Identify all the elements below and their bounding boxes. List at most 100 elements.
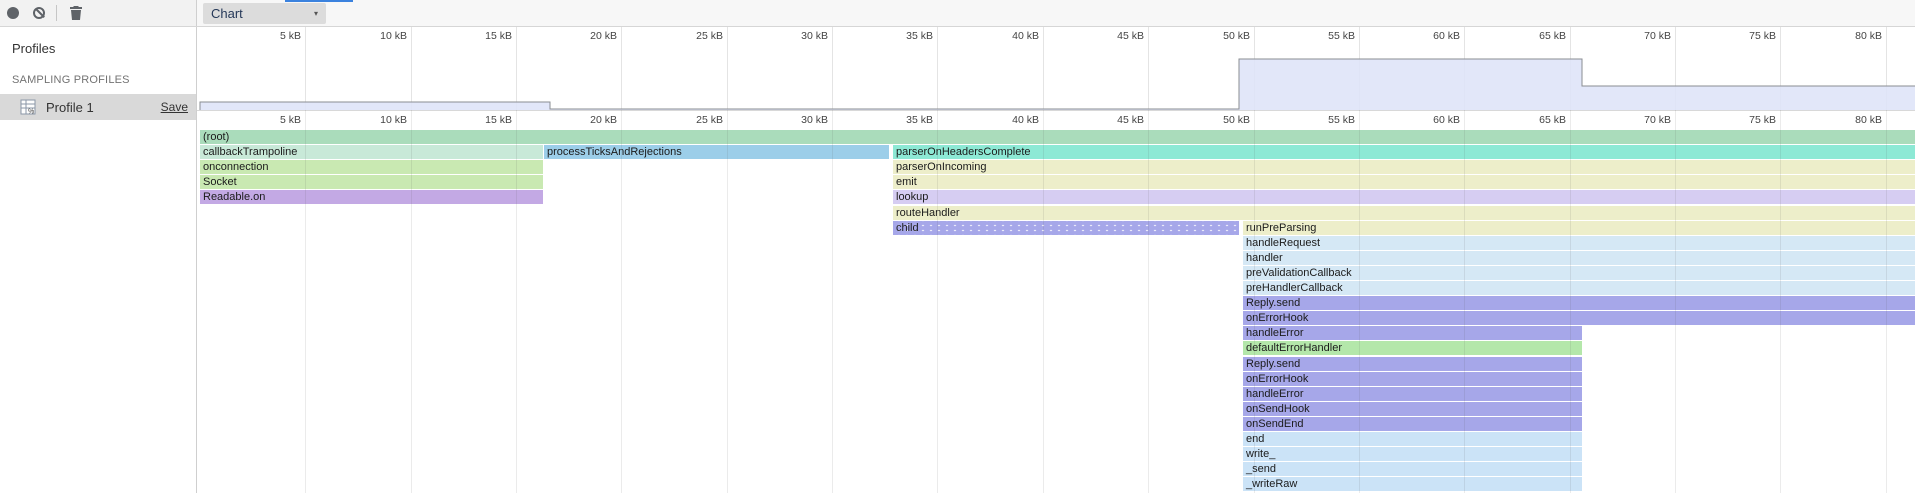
flame-bar-label: parserOnHeadersComplete: [893, 145, 1915, 159]
flame-bar-label: (root): [200, 130, 1915, 144]
flame-bar[interactable]: runPreParsing: [1243, 221, 1915, 235]
flame-bar[interactable]: processTicksAndRejections: [544, 145, 889, 159]
flame-bar-label: callbackTrampoline: [200, 145, 543, 159]
flame-bar[interactable]: parserOnIncoming: [893, 160, 1915, 174]
view-toolbar: Chart ▾: [197, 0, 1915, 26]
sidebar-item-profile-1[interactable]: % Profile 1 Save: [0, 94, 196, 120]
axis-tick-label: 35 kB: [875, 30, 933, 42]
flame-bar-label: handler: [1243, 251, 1915, 265]
flame-bar[interactable]: defaultErrorHandler: [1243, 341, 1582, 355]
toolbar-separator: [56, 5, 57, 21]
flame-bar-label: onErrorHook: [1243, 372, 1582, 386]
axis-tick-label: 60 kB: [1402, 30, 1460, 42]
flame-bar[interactable]: _send: [1243, 462, 1582, 476]
flame-bar-label: handleError: [1243, 387, 1582, 401]
flame-bar[interactable]: routeHandler: [893, 206, 1915, 220]
flame-bar[interactable]: Reply.send: [1243, 357, 1582, 371]
flame-bar-label: child: [893, 221, 1239, 235]
profiles-sidebar: Profiles SAMPLING PROFILES % Profile 1 S…: [0, 27, 197, 493]
flame-bar[interactable]: callbackTrampoline: [200, 145, 543, 159]
flame-bar[interactable]: Readable.on: [200, 190, 543, 204]
clear-profiles-button[interactable]: [26, 1, 52, 25]
axis-tick-label: 80 kB: [1824, 114, 1882, 126]
axis-tick-label: 60 kB: [1402, 114, 1460, 126]
flame-bar-label: end: [1243, 432, 1582, 446]
trash-icon: [70, 6, 82, 20]
flame-chart: (root)callbackTrampolineprocessTicksAndR…: [197, 130, 1915, 493]
axis-tick-label: 30 kB: [770, 30, 828, 42]
flame-bar-label: Readable.on: [200, 190, 543, 204]
axis-tick-label: 15 kB: [454, 114, 512, 126]
axis-tick-label: 45 kB: [1086, 114, 1144, 126]
flame-bar[interactable]: onSendEnd: [1243, 417, 1582, 431]
axis-tick-label: 20 kB: [559, 114, 617, 126]
axis-tick-label: 35 kB: [875, 114, 933, 126]
overview-ruler: 5 kB10 kB15 kB20 kB25 kB30 kB35 kB40 kB4…: [197, 27, 1915, 45]
flame-bar-label: onSendHook: [1243, 402, 1582, 416]
axis-tick-label: 65 kB: [1508, 114, 1566, 126]
axis-tick-label: 30 kB: [770, 114, 828, 126]
axis-tick-label: 50 kB: [1192, 30, 1250, 42]
axis-tick-label: 65 kB: [1508, 30, 1566, 42]
axis-tick-label: 25 kB: [665, 114, 723, 126]
view-mode-value: Chart: [211, 6, 243, 21]
flame-bar[interactable]: child: [893, 221, 1239, 235]
flame-bar-label: Reply.send: [1243, 296, 1915, 310]
flame-bar[interactable]: (root): [200, 130, 1915, 144]
flame-bar-label: routeHandler: [893, 206, 1915, 220]
flame-bar[interactable]: handler: [1243, 251, 1915, 265]
sampling-profiles-section-label: SAMPLING PROFILES: [12, 74, 196, 86]
flame-bar[interactable]: emit: [893, 175, 1915, 189]
flame-bar-label: processTicksAndRejections: [544, 145, 889, 159]
flame-bar[interactable]: write_: [1243, 447, 1582, 461]
record-icon: [7, 7, 19, 19]
flame-bar-label: parserOnIncoming: [893, 160, 1915, 174]
flame-bar[interactable]: onSendHook: [1243, 402, 1582, 416]
profiler-toolbar: Chart ▾: [0, 0, 1915, 27]
flame-bar-label: defaultErrorHandler: [1243, 341, 1582, 355]
flame-bar[interactable]: Reply.send: [1243, 296, 1915, 310]
clear-icon: [33, 7, 45, 19]
flame-bar[interactable]: end: [1243, 432, 1582, 446]
axis-tick-label: 75 kB: [1718, 114, 1776, 126]
axis-tick-label: 20 kB: [559, 30, 617, 42]
axis-tick-label: 70 kB: [1613, 114, 1671, 126]
flame-chart-ruler: 5 kB10 kB15 kB20 kB25 kB30 kB35 kB40 kB4…: [197, 110, 1915, 127]
profile-name: Profile 1: [46, 100, 94, 115]
flame-bar-label: onSendEnd: [1243, 417, 1582, 431]
record-button[interactable]: [0, 1, 26, 25]
axis-tick-label: 45 kB: [1086, 30, 1144, 42]
axis-tick-label: 75 kB: [1718, 30, 1776, 42]
heap-profile-icon: %: [20, 99, 36, 115]
flame-bar[interactable]: preHandlerCallback: [1243, 281, 1915, 295]
flame-bar-label: onErrorHook: [1243, 311, 1915, 325]
axis-tick-label: 50 kB: [1192, 114, 1250, 126]
axis-tick-label: 40 kB: [981, 114, 1039, 126]
active-tab-underline: [285, 0, 353, 2]
flame-bar[interactable]: onconnection: [200, 160, 543, 174]
flame-bar[interactable]: parserOnHeadersComplete: [893, 145, 1915, 159]
flame-bar[interactable]: preValidationCallback: [1243, 266, 1915, 280]
memory-overview-timeline[interactable]: [197, 45, 1915, 110]
flame-bar[interactable]: handleRequest: [1243, 236, 1915, 250]
flame-bar[interactable]: _writeRaw: [1243, 477, 1582, 491]
axis-tick-label: 55 kB: [1297, 114, 1355, 126]
flame-bar[interactable]: lookup: [893, 190, 1915, 204]
flame-bar-label: emit: [893, 175, 1915, 189]
flame-bar-label: Reply.send: [1243, 357, 1582, 371]
flame-bar[interactable]: Socket: [200, 175, 543, 189]
flame-bar[interactable]: onErrorHook: [1243, 372, 1582, 386]
delete-profile-button[interactable]: [63, 1, 89, 25]
flame-bar-label: preValidationCallback: [1243, 266, 1915, 280]
flame-bar[interactable]: handleError: [1243, 387, 1582, 401]
flame-bar[interactable]: onErrorHook: [1243, 311, 1915, 325]
svg-text:%: %: [28, 109, 34, 116]
axis-tick-label: 10 kB: [349, 114, 407, 126]
flame-bar-label: Socket: [200, 175, 543, 189]
flame-bar[interactable]: handleError: [1243, 326, 1582, 340]
flame-bar-label: preHandlerCallback: [1243, 281, 1915, 295]
axis-tick-label: 40 kB: [981, 30, 1039, 42]
save-profile-link[interactable]: Save: [161, 100, 188, 114]
view-mode-select[interactable]: Chart ▾: [203, 3, 326, 24]
flame-chart-pane: 5 kB10 kB15 kB20 kB25 kB30 kB35 kB40 kB4…: [197, 27, 1915, 493]
